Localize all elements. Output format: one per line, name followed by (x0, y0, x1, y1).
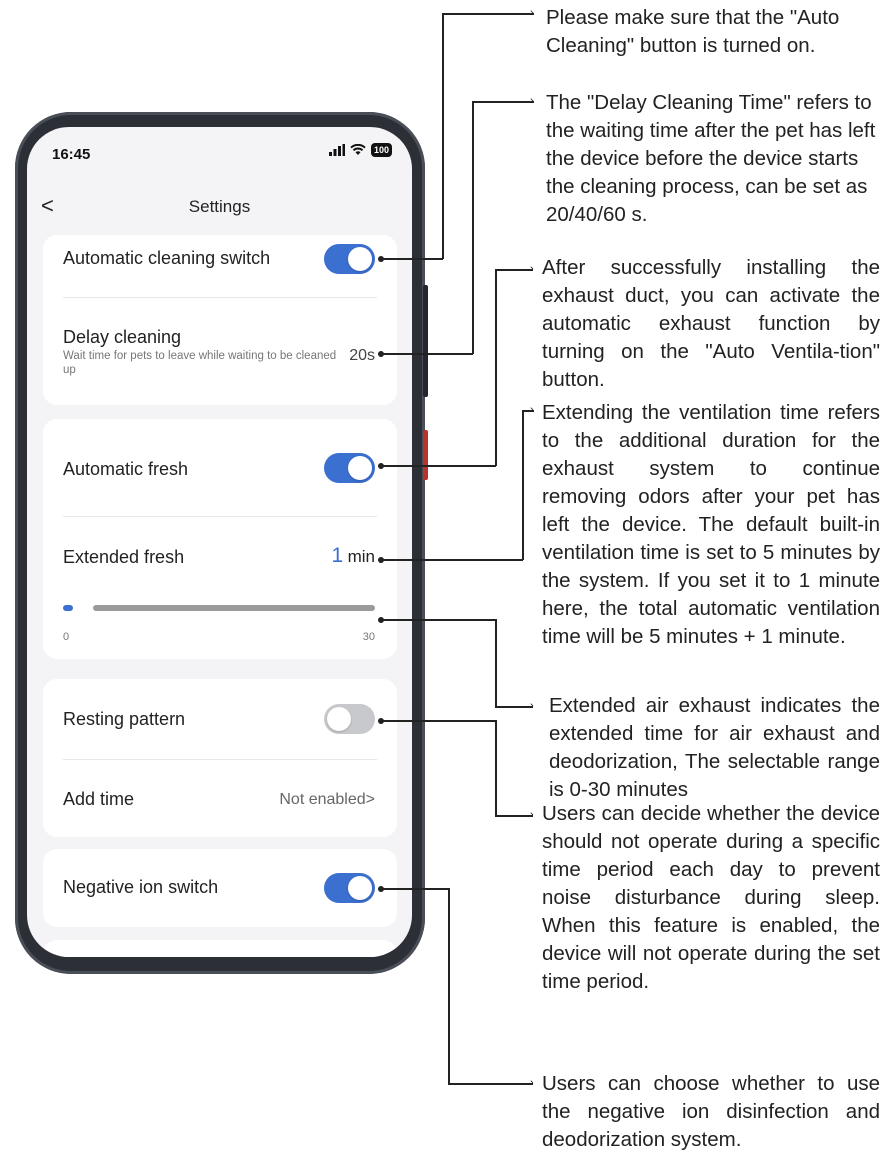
note-auto-ventilation: After successfully installing the exhaus… (542, 256, 880, 391)
phone-side-button (423, 285, 428, 397)
callout-line (381, 258, 443, 260)
extended-fresh-number: 1 (331, 544, 344, 567)
negative-ion-card: Negative ion switch (43, 849, 397, 927)
arrow-icon: › (530, 7, 534, 19)
callout-line (381, 619, 496, 621)
auto-clean-label: Automatic cleaning switch (63, 248, 271, 268)
phone-power-button (423, 430, 428, 480)
add-time-value[interactable]: Not enabled> (279, 791, 375, 809)
arrow-icon: › (530, 95, 534, 107)
callout-line (472, 101, 474, 354)
toggle-knob (348, 456, 372, 480)
resting-pattern-label: Resting pattern (63, 709, 186, 729)
toggle-knob (348, 876, 372, 900)
note-extended-exhaust: Extended air exhaust indicates the exten… (549, 694, 880, 801)
slider-fill (63, 605, 73, 611)
status-icons: 100 (328, 143, 392, 157)
arrow-icon: › (530, 263, 534, 275)
extended-fresh-label: Extended fresh (63, 547, 185, 567)
wifi-icon (350, 144, 366, 155)
slider-max-label: 30 (362, 631, 375, 643)
nav-bar: < Settings (27, 189, 412, 229)
resting-card: Resting pattern Add time Not enabled> (43, 679, 397, 837)
next-card-peek (43, 940, 397, 957)
callout-line (442, 13, 444, 259)
signal-icon (328, 144, 345, 156)
extended-fresh-slider[interactable] (63, 604, 375, 612)
callout-line (381, 353, 473, 355)
divider (63, 759, 377, 760)
battery-icon: 100 (370, 143, 392, 157)
cleaning-card: Automatic cleaning switch Delay cleaning… (43, 235, 397, 405)
callout-line (495, 269, 533, 271)
callout-line (381, 559, 523, 561)
arrow-icon: › (530, 700, 534, 712)
note-negative-ion: Users can choose whether to use the nega… (542, 1072, 880, 1151)
slider-min-label: 0 (63, 631, 70, 643)
delay-cleaning-subtext: Wait time for pets to leave while waitin… (63, 350, 337, 376)
auto-clean-toggle[interactable] (324, 244, 375, 274)
callout-line (495, 815, 533, 817)
callout-line (448, 1083, 533, 1085)
divider (63, 297, 377, 298)
note-resting-pattern: Users can decide whether the device shou… (542, 802, 880, 993)
callout-line (472, 101, 534, 103)
fresh-card: Automatic fresh Extended fresh 1 min 0 3… (43, 419, 397, 659)
arrow-icon: › (530, 404, 534, 416)
callout-line (495, 619, 497, 707)
status-time: 16:45 (52, 146, 91, 163)
auto-fresh-toggle[interactable] (324, 453, 375, 483)
note-delay-cleaning: The "Delay Cleaning Time" refers to the … (546, 91, 876, 226)
divider (63, 516, 377, 517)
arrow-icon: › (530, 1077, 534, 1089)
toggle-knob (327, 707, 351, 731)
callout-line (381, 465, 496, 467)
callout-line (381, 720, 496, 722)
toggle-knob (348, 247, 372, 271)
delay-cleaning-label: Delay cleaning (63, 327, 182, 347)
extended-fresh-value[interactable]: 1 min (331, 544, 375, 568)
resting-pattern-toggle[interactable] (324, 704, 375, 734)
callout-line (442, 13, 534, 15)
delay-cleaning-value[interactable]: 20s (349, 347, 375, 365)
callout-line (381, 888, 449, 890)
negative-ion-toggle[interactable] (324, 873, 375, 903)
phone-screen: 16:45 100 < Settings Automatic cleaning … (27, 127, 412, 957)
status-bar: 16:45 100 (27, 127, 412, 187)
callout-line (448, 888, 450, 1084)
callout-line (495, 720, 497, 816)
arrow-icon: › (530, 809, 534, 821)
callout-line (495, 269, 497, 466)
negative-ion-label: Negative ion switch (63, 877, 219, 897)
extended-fresh-unit: min (347, 547, 375, 566)
add-time-label: Add time (63, 789, 135, 809)
page-title: Settings (188, 197, 251, 216)
callout-line (522, 410, 524, 560)
callout-line (495, 706, 533, 708)
slider-track (93, 605, 375, 611)
note-auto-cleaning: Please make sure that the "Auto Cleaning… (546, 6, 840, 57)
auto-fresh-label: Automatic fresh (63, 459, 189, 479)
note-extended-ventilation: Extending the ventilation time refers to… (542, 401, 880, 648)
